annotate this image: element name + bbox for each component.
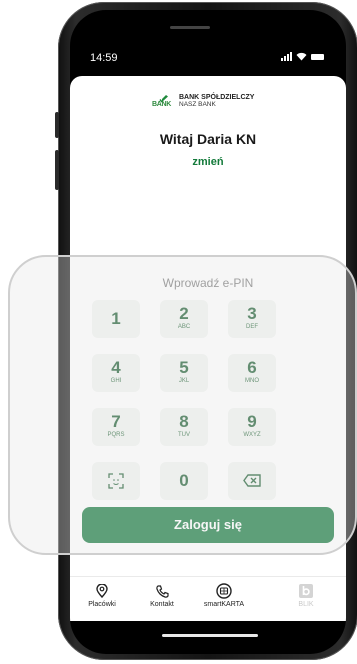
phone-side-button [55,150,59,190]
signal-icon [281,52,292,61]
nav-item-smartkarta[interactable]: smartKARTA [194,581,254,608]
nav-item-blik[interactable]: BLIK [276,581,336,608]
phone-icon [132,581,192,601]
nav-label: Placówki [88,601,116,608]
bank-logo: BANK BANK SPÓŁDZIELCZY NASZ BANK [152,94,254,108]
pin-area-highlight [8,255,357,555]
location-pin-icon [72,581,132,601]
nav-item-placowki[interactable]: Placówki [72,581,132,608]
status-bar: 14:59 [70,48,346,70]
bank-logo-mark: BANK [152,94,174,108]
nav-item-kontakt[interactable]: Kontakt [132,581,192,608]
status-time: 14:59 [90,52,118,64]
nav-label: smartKARTA [203,601,245,608]
wifi-icon [296,52,307,61]
bottom-nav: Placówki Kontakt smartKARTA BLIK [70,576,346,621]
greeting-title: Witaj Daria KN [159,131,257,147]
bank-name-line1: BANK SPÓŁDZIELCZY [179,94,255,101]
phone-side-button [55,112,59,138]
change-user-link[interactable]: zmień [70,156,346,168]
home-indicator[interactable] [162,634,258,637]
blik-icon [276,581,336,601]
status-icons [281,52,324,61]
nav-label: BLIK [298,601,314,608]
bank-name: BANK SPÓŁDZIELCZY NASZ BANK [179,94,254,108]
bank-name-line2: NASZ BANK [179,101,216,108]
speaker-grille [170,26,210,29]
bank-logo-word: BANK [152,101,172,108]
battery-icon [311,53,324,60]
smartkarta-icon [194,581,254,601]
nav-label: Kontakt [150,601,174,608]
